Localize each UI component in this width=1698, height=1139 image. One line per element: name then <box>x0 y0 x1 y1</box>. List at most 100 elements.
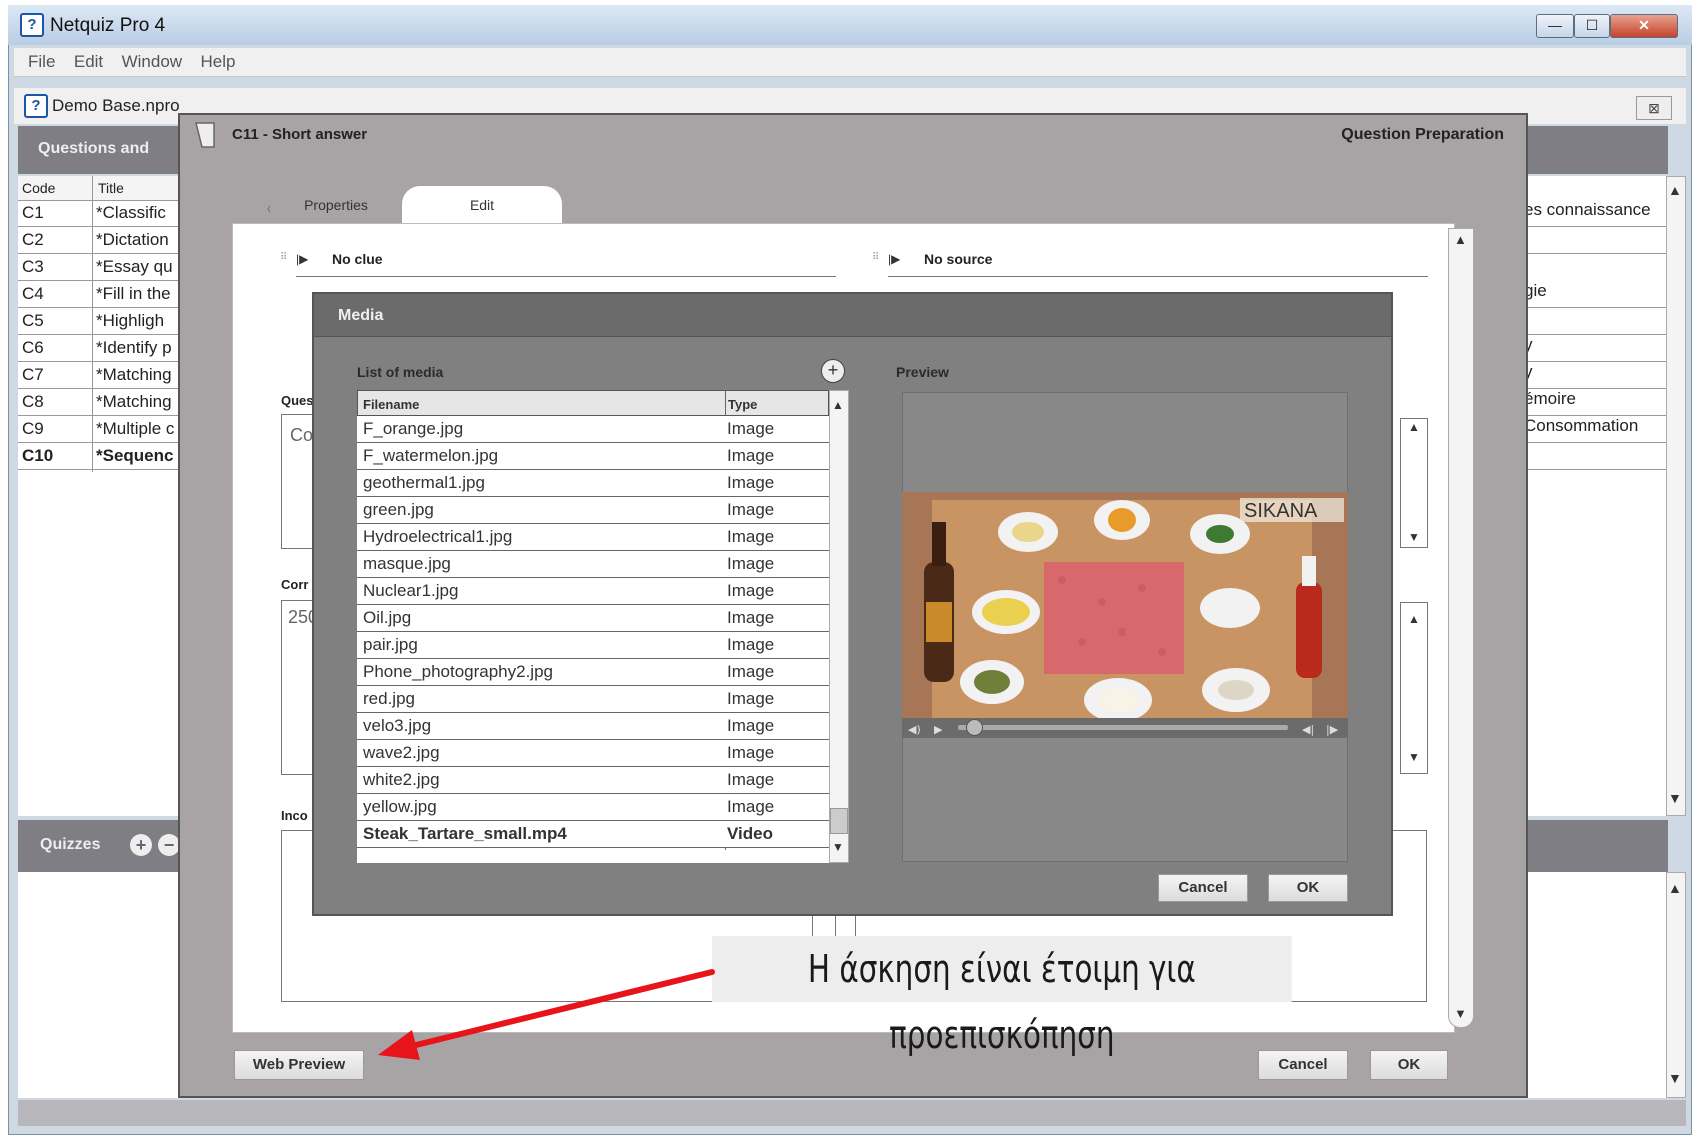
app-title: Netquiz Pro 4 <box>50 15 166 36</box>
app-help-icon: ? <box>20 13 44 37</box>
menu-help[interactable]: Help <box>201 48 236 76</box>
scroll-down-icon[interactable]: ▼ <box>1408 530 1420 544</box>
scroll-down-icon[interactable]: ▼ <box>832 840 844 854</box>
scroll-up-icon[interactable]: ▲ <box>1454 232 1467 247</box>
media-row[interactable]: Phone_photography2.jpg Image <box>357 659 829 686</box>
row-code: C6 <box>22 338 44 357</box>
step-back-icon[interactable]: ◀| <box>1302 723 1314 736</box>
question-field-scrollbar[interactable] <box>1400 418 1428 548</box>
menu-window[interactable]: Window <box>122 48 182 76</box>
table-row[interactable]: C9 *Multiple c <box>18 416 186 443</box>
media-row[interactable]: green.jpg Image <box>357 497 829 524</box>
scroll-down-icon[interactable]: ▼ <box>1668 1070 1682 1086</box>
annotation-arrow <box>378 969 715 1060</box>
row-code: C8 <box>22 392 44 411</box>
media-type: Image <box>727 635 775 654</box>
volume-icon[interactable]: ◀) <box>908 723 921 736</box>
menu-edit[interactable]: Edit <box>74 48 103 76</box>
clue-label[interactable]: No clue <box>332 251 383 267</box>
column-type: Type <box>728 397 758 412</box>
column-title: Title <box>98 180 124 196</box>
media-filename: green.jpg <box>363 500 434 519</box>
media-filename: Phone_photography2.jpg <box>363 662 553 681</box>
minimize-button[interactable]: — <box>1536 14 1574 38</box>
scroll-up-icon[interactable]: ▲ <box>832 398 844 412</box>
drag-handle-icon[interactable]: ⠿ <box>280 252 287 263</box>
media-ok-button[interactable]: OK <box>1268 874 1348 902</box>
media-filename: F_orange.jpg <box>363 419 464 438</box>
add-quiz-icon[interactable]: + <box>130 834 152 856</box>
scroll-thumb[interactable] <box>830 808 848 834</box>
cancel-button[interactable]: Cancel <box>1258 1050 1348 1080</box>
table-row[interactable]: C7 *Matching <box>18 362 186 389</box>
media-type: Video <box>727 824 773 843</box>
table-row[interactable]: C6 *Identify p <box>18 335 186 362</box>
table-row[interactable]: C2 *Dictation <box>18 227 186 254</box>
row-title: *Identify p <box>96 338 172 357</box>
web-preview-button[interactable]: Web Preview <box>234 1050 364 1080</box>
tab-properties[interactable]: Properties <box>270 186 402 224</box>
source-label[interactable]: No source <box>924 251 992 267</box>
scroll-up-icon[interactable]: ▲ <box>1668 880 1682 896</box>
media-type: Image <box>727 716 775 735</box>
media-row[interactable]: white2.jpg Image <box>357 767 829 794</box>
seek-track[interactable] <box>958 725 1288 730</box>
media-row[interactable]: F_orange.jpg Image <box>357 416 829 443</box>
row-code: C5 <box>22 311 44 330</box>
document-close-button[interactable]: ⊠ <box>1636 96 1672 120</box>
quizzes-scrollbar[interactable] <box>1666 872 1686 1098</box>
media-row[interactable]: Nuclear1.jpg Image <box>357 578 829 605</box>
expand-clue-icon[interactable]: |▶ <box>296 252 308 266</box>
table-row[interactable]: C8 *Matching <box>18 389 186 416</box>
media-row[interactable]: yellow.jpg Image <box>357 794 829 821</box>
table-row[interactable]: C1 *Classific <box>18 200 186 227</box>
media-row[interactable]: pair.jpg Image <box>357 632 829 659</box>
maximize-button[interactable]: ☐ <box>1574 14 1610 38</box>
edit-panel-scrollbar[interactable] <box>1448 228 1474 1028</box>
media-filename: geothermal1.jpg <box>363 473 485 492</box>
tab-edit[interactable]: Edit <box>402 186 562 224</box>
questions-scrollbar[interactable] <box>1666 176 1686 816</box>
correct-field-scrollbar[interactable] <box>1400 602 1428 774</box>
row-code: C4 <box>22 284 44 303</box>
table-row[interactable]: C4 *Fill in the <box>18 281 186 308</box>
add-media-icon[interactable]: + <box>821 359 845 383</box>
media-row[interactable]: velo3.jpg Image <box>357 713 829 740</box>
scroll-down-icon[interactable]: ▼ <box>1408 750 1420 764</box>
menu-file[interactable]: File <box>28 48 55 76</box>
media-cancel-button[interactable]: Cancel <box>1158 874 1248 902</box>
table-row[interactable]: C5 *Highligh <box>18 308 186 335</box>
media-type: Image <box>727 473 775 492</box>
status-bar <box>18 1100 1686 1126</box>
seek-handle[interactable] <box>966 719 983 736</box>
table-row[interactable]: C10 *Sequenc <box>18 443 186 470</box>
media-row[interactable]: Hydroelectrical1.jpg Image <box>357 524 829 551</box>
scroll-down-icon[interactable]: ▼ <box>1454 1006 1467 1021</box>
scroll-up-icon[interactable]: ▲ <box>1668 182 1682 198</box>
media-row[interactable]: red.jpg Image <box>357 686 829 713</box>
media-filename: Oil.jpg <box>363 608 412 627</box>
media-type: Image <box>727 446 775 465</box>
media-row[interactable]: wave2.jpg Image <box>357 740 829 767</box>
expand-source-icon[interactable]: |▶ <box>888 252 900 266</box>
close-button[interactable]: ✕ <box>1610 14 1678 38</box>
scroll-down-icon[interactable]: ▼ <box>1668 790 1682 806</box>
table-cell: gie <box>1524 281 1666 308</box>
questions-header: Questions and <box>38 140 150 157</box>
play-icon[interactable]: ▶ <box>934 723 943 736</box>
step-forward-icon[interactable]: |▶ <box>1326 723 1339 736</box>
document-title: Demo Base.npro <box>52 96 180 115</box>
drag-handle-icon[interactable]: ⠿ <box>872 252 879 263</box>
media-row[interactable]: masque.jpg Image <box>357 551 829 578</box>
media-row-selected[interactable]: Steak_Tartare_small.mp4 Video <box>357 821 829 848</box>
media-row[interactable]: Oil.jpg Image <box>357 605 829 632</box>
table-row[interactable]: C3 *Essay qu <box>18 254 186 281</box>
media-list-scrollbar[interactable] <box>829 390 849 863</box>
media-row[interactable]: F_watermelon.jpg Image <box>357 443 829 470</box>
ok-button[interactable]: OK <box>1370 1050 1448 1080</box>
scroll-up-icon[interactable]: ▲ <box>1408 420 1420 434</box>
media-row[interactable]: geothermal1.jpg Image <box>357 470 829 497</box>
video-preview[interactable]: SIKANA ◀) ▶ ◀| |▶ <box>902 492 1348 738</box>
remove-quiz-icon[interactable]: − <box>158 834 180 856</box>
scroll-up-icon[interactable]: ▲ <box>1408 612 1420 626</box>
